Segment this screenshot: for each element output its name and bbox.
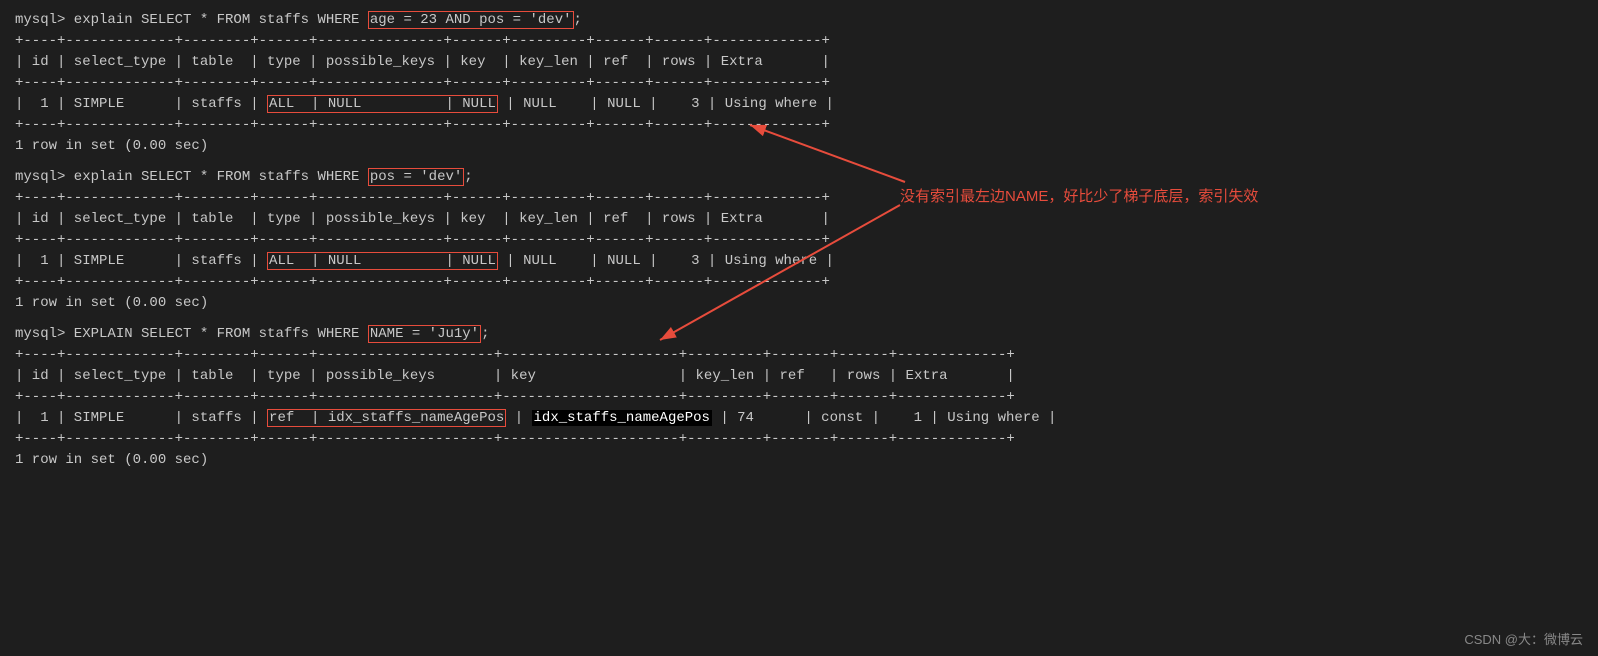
- table1-row: | 1 | SIMPLE | staffs | ALL | NULL | NUL…: [15, 94, 1583, 115]
- terminal: mysql> explain SELECT * FROM staffs WHER…: [0, 0, 1598, 656]
- table2-divider-top: +----+-------------+--------+------+----…: [15, 188, 1583, 209]
- table1-header: | id | select_type | table | type | poss…: [15, 52, 1583, 73]
- condition-highlight-2: pos = 'dev': [368, 168, 464, 186]
- condition-highlight-1: age = 23 AND pos = 'dev': [368, 11, 574, 29]
- table1-divider-bot: +----+-------------+--------+------+----…: [15, 115, 1583, 136]
- row-count-2: 1 row in set (0.00 sec): [15, 293, 1583, 314]
- prompt-1: mysql> explain SELECT * FROM staffs WHER…: [15, 12, 368, 28]
- table2-type-highlight: ALL | NULL | NULL: [267, 252, 498, 270]
- table2-divider-mid: +----+-------------+--------+------+----…: [15, 230, 1583, 251]
- table1-type-highlight: ALL | NULL | NULL: [267, 95, 498, 113]
- table3-divider-mid: +----+-------------+--------+------+----…: [15, 387, 1583, 408]
- table2-header: | id | select_type | table | type | poss…: [15, 209, 1583, 230]
- command-line-1: mysql> explain SELECT * FROM staffs WHER…: [15, 10, 1583, 31]
- watermark: CSDN @大：微博云: [1464, 629, 1583, 648]
- table3-divider-top: +----+-------------+--------+------+----…: [15, 345, 1583, 366]
- condition-highlight-3: NAME = 'Ju1y': [368, 325, 481, 343]
- table3-header: | id | select_type | table | type | poss…: [15, 366, 1583, 387]
- table1-divider-mid: +----+-------------+--------+------+----…: [15, 73, 1583, 94]
- table2-divider-bot: +----+-------------+--------+------+----…: [15, 272, 1583, 293]
- table2-row: | 1 | SIMPLE | staffs | ALL | NULL | NUL…: [15, 251, 1583, 272]
- row-count-1: 1 row in set (0.00 sec): [15, 136, 1583, 157]
- table1-divider-top: +----+-------------+--------+------+----…: [15, 31, 1583, 52]
- prompt-3: mysql> EXPLAIN SELECT * FROM staffs WHER…: [15, 326, 368, 342]
- row-count-3: 1 row in set (0.00 sec): [15, 450, 1583, 471]
- table3-divider-bot: +----+-------------+--------+------+----…: [15, 429, 1583, 450]
- command-line-2: mysql> explain SELECT * FROM staffs WHER…: [15, 167, 1583, 188]
- prompt-2: mysql> explain SELECT * FROM staffs WHER…: [15, 169, 368, 185]
- command-line-3: mysql> EXPLAIN SELECT * FROM staffs WHER…: [15, 324, 1583, 345]
- table3-type-highlight: ref | idx_staffs_nameAgePos: [267, 409, 506, 427]
- table3-key-highlight: idx_staffs_nameAgePos: [532, 410, 712, 426]
- annotation-text: 没有索引最左边NAME，好比少了梯子底层，索引失效: [900, 185, 1258, 206]
- table3-row: | 1 | SIMPLE | staffs | ref | idx_staffs…: [15, 408, 1583, 429]
